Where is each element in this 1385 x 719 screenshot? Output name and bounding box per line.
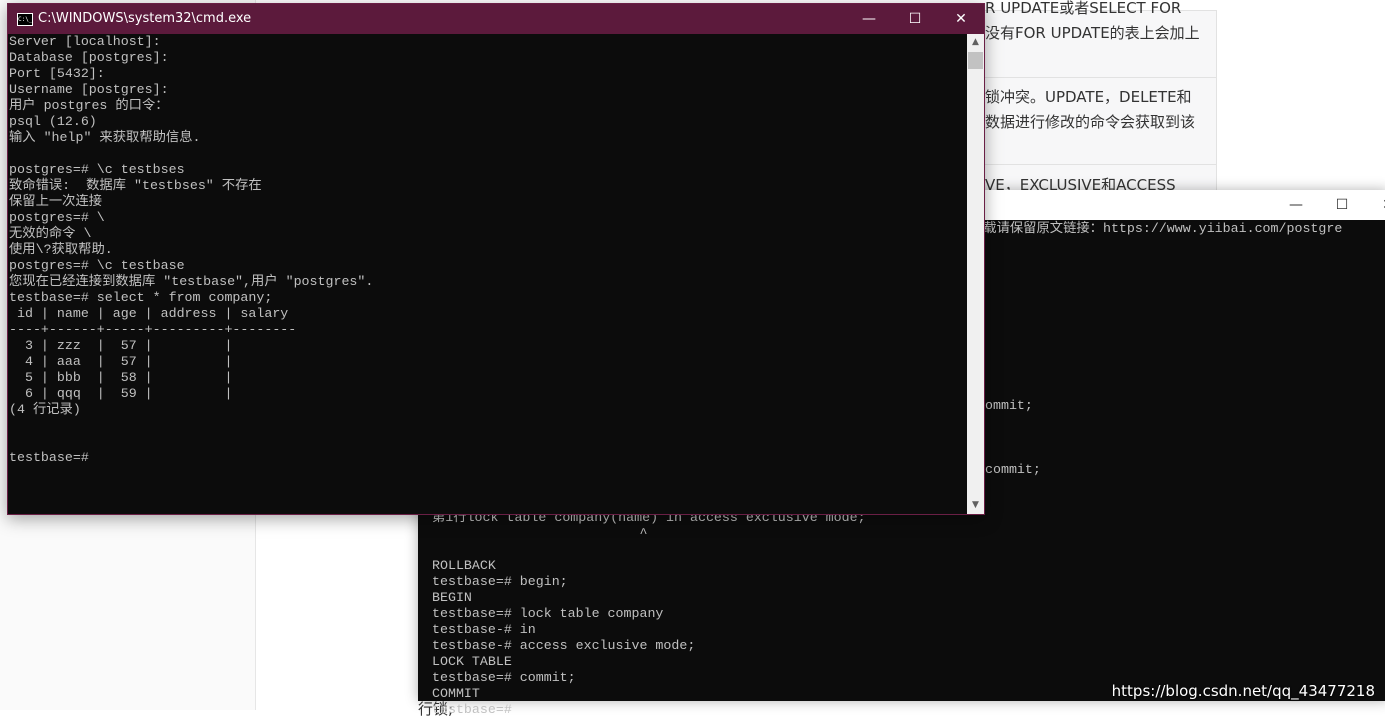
console-line: testbase=# select * from company; xyxy=(9,290,273,305)
console-line: Port [5432]: xyxy=(9,66,105,81)
console-line: 无效的命令 \ xyxy=(9,226,92,241)
console-line: Server [localhost]: xyxy=(9,34,161,49)
watermark: https://blog.csdn.net/qq_43477218 xyxy=(1111,682,1375,700)
window-title: C:\WINDOWS\system32\cmd.exe xyxy=(38,11,252,26)
console-line: ----+------+-----+---------+-------- xyxy=(9,322,297,337)
console-line: testbase-# access exclusive mode; xyxy=(432,638,696,653)
console-line: 输入 "help" 来获取帮助信息. xyxy=(9,130,201,145)
console-line: BEGIN xyxy=(432,590,472,605)
article-text: 锁冲突。UPDATE，DELETE和 xyxy=(985,88,1192,106)
console-line: (4 行记录) xyxy=(9,402,81,417)
article-text: R UPDATE或者SELECT FOR xyxy=(985,0,1182,17)
title-bar[interactable]: C:\_ C:\WINDOWS\system32\cmd.exe — ☐ ✕ xyxy=(8,4,984,34)
console-line: 您现在已经连接到数据库 "testbase",用户 "postgres". xyxy=(9,274,374,289)
scroll-down-icon[interactable]: ▼ xyxy=(967,497,984,514)
console-line: postgres=# \ xyxy=(9,210,105,225)
console-output: 第1行lock table company(name) in access ex… xyxy=(432,510,866,718)
console-line: ommit; xyxy=(985,398,1033,413)
console-line: testbase=# commit; xyxy=(432,670,576,685)
console-line: testbase=# xyxy=(9,450,89,465)
console-line: ^ xyxy=(432,526,648,541)
console-line: Database [postgres]: xyxy=(9,50,169,65)
console-line: 使用\?获取帮助. xyxy=(9,242,113,257)
scrollbar[interactable]: ▲ ▼ xyxy=(967,34,984,514)
console-line: testbase=# lock table company xyxy=(432,606,664,621)
console-line: postgres=# \c testbase xyxy=(9,258,185,273)
console-line: id | name | age | address | salary xyxy=(9,306,289,321)
console-line: psql (12.6) xyxy=(9,114,97,129)
scrollbar-thumb[interactable] xyxy=(968,52,983,69)
minimize-button[interactable]: — xyxy=(846,4,892,34)
console-line: 5 | bbb | 58 | | xyxy=(9,370,233,385)
console-line: 4 | aaa | 57 | | xyxy=(9,354,233,369)
console-line: commit; xyxy=(985,462,1041,477)
article-text: 没有FOR UPDATE的表上会加上 xyxy=(985,24,1200,42)
console-line: testbase=# xyxy=(432,702,512,717)
scroll-up-icon[interactable]: ▲ xyxy=(967,34,984,51)
article-text: 数据进行修改的命令会获取到该 xyxy=(985,113,1196,131)
console-line: 用户 postgres 的口令： xyxy=(9,98,169,113)
console-line: 3 | zzz | 57 | | xyxy=(9,338,233,353)
console-line: testbase-# in xyxy=(432,622,536,637)
console-window-front[interactable]: C:\_ C:\WINDOWS\system32\cmd.exe — ☐ ✕ S… xyxy=(7,3,985,515)
console-line: testbase=# begin; xyxy=(432,574,568,589)
console-line: postgres=# \c testbses xyxy=(9,162,185,177)
maximize-button[interactable]: ☐ xyxy=(892,4,938,34)
console-line: Username [postgres]: xyxy=(9,82,169,97)
maximize-button[interactable]: ☐ xyxy=(1319,190,1365,220)
console-line: 6 | qqq | 59 | | xyxy=(9,386,233,401)
console-line: ROLLBACK xyxy=(432,558,496,573)
minimize-button[interactable]: — xyxy=(1273,190,1319,220)
console-output: Server [localhost]: Database [postgres]: P… xyxy=(8,34,969,514)
console-line: 转载请保留原文链接：https://www.yiibai.com/postgre xyxy=(970,221,1343,236)
close-button[interactable]: ✕ xyxy=(1365,190,1385,220)
close-button[interactable]: ✕ xyxy=(938,4,984,34)
console-line: COMMIT xyxy=(432,686,480,701)
cmd-icon: C:\_ xyxy=(17,13,33,26)
console-line: 保留上一次连接 xyxy=(9,194,103,209)
console-line: LOCK TABLE xyxy=(432,654,512,669)
console-line: 致命错误: 数据库 "testbses" 不存在 xyxy=(9,178,262,193)
